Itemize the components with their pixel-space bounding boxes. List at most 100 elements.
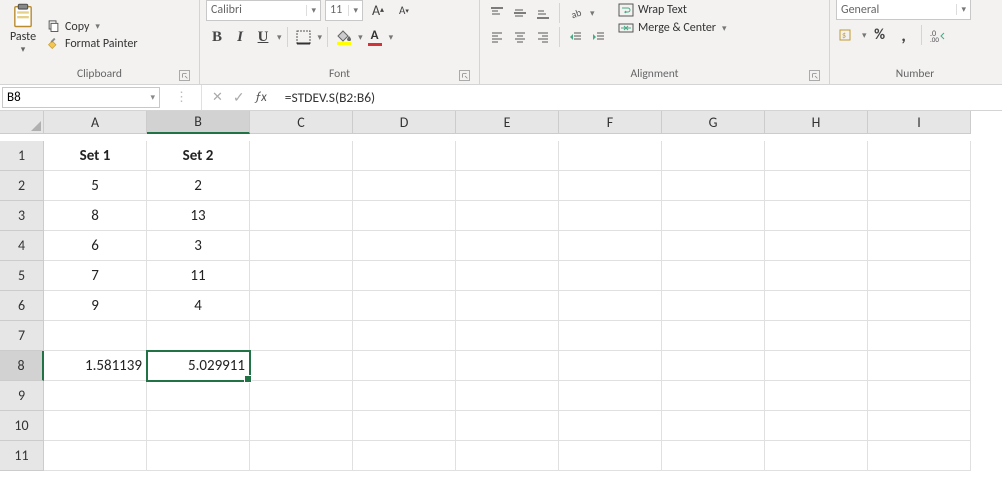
cell-F5[interactable]: [559, 261, 662, 291]
copy-button[interactable]: Copy ▾: [46, 19, 138, 34]
cell-I4[interactable]: [868, 231, 971, 261]
cell-B8[interactable]: 5.029911: [147, 351, 250, 381]
cell-F8[interactable]: [559, 351, 662, 381]
cell-B2[interactable]: 2: [147, 171, 250, 201]
name-box[interactable]: B8 ▾: [2, 87, 160, 108]
column-header-I[interactable]: I: [868, 111, 971, 134]
cell-F3[interactable]: [559, 201, 662, 231]
cell-I3[interactable]: [868, 201, 971, 231]
cell-B5[interactable]: 11: [147, 261, 250, 291]
font-name-combo[interactable]: Calibri▾: [206, 0, 321, 21]
cell-G8[interactable]: [662, 351, 765, 381]
cell-E1[interactable]: [456, 141, 559, 171]
orientation-button[interactable]: ab: [565, 2, 587, 24]
cell-G3[interactable]: [662, 201, 765, 231]
chevron-down-icon[interactable]: ▾: [590, 8, 595, 19]
chevron-down-icon[interactable]: ▾: [318, 32, 323, 43]
comma-button[interactable]: ,: [893, 24, 915, 46]
column-header-D[interactable]: D: [353, 111, 456, 134]
accounting-format-button[interactable]: $: [836, 24, 858, 46]
row-header-7[interactable]: 7: [0, 321, 44, 351]
cell-B3[interactable]: 13: [147, 201, 250, 231]
cell-I1[interactable]: [868, 141, 971, 171]
row-header-9[interactable]: 9: [0, 381, 44, 411]
cell-C7[interactable]: [250, 321, 353, 351]
cell-E10[interactable]: [456, 411, 559, 441]
cell-H8[interactable]: [765, 351, 868, 381]
cell-I11[interactable]: [868, 441, 971, 471]
cell-H2[interactable]: [765, 171, 868, 201]
align-middle-button[interactable]: [509, 2, 531, 24]
cancel-icon[interactable]: ✕: [212, 90, 223, 105]
chevron-down-icon[interactable]: ▾: [95, 21, 100, 32]
cell-G7[interactable]: [662, 321, 765, 351]
cell-G6[interactable]: [662, 291, 765, 321]
cell-D1[interactable]: [353, 141, 456, 171]
cell-F6[interactable]: [559, 291, 662, 321]
cell-A4[interactable]: 6: [44, 231, 147, 261]
cell-H5[interactable]: [765, 261, 868, 291]
formula-input[interactable]: =STDEV.S(B2:B6): [277, 85, 1002, 110]
percent-button[interactable]: %: [869, 24, 891, 46]
cell-D2[interactable]: [353, 171, 456, 201]
cell-F4[interactable]: [559, 231, 662, 261]
row-header-4[interactable]: 4: [0, 231, 44, 261]
cell-D4[interactable]: [353, 231, 456, 261]
cell-H9[interactable]: [765, 381, 868, 411]
cell-A9[interactable]: [44, 381, 147, 411]
cell-A1[interactable]: Set 1: [44, 141, 147, 171]
cell-H7[interactable]: [765, 321, 868, 351]
column-header-H[interactable]: H: [765, 111, 868, 134]
cell-E8[interactable]: [456, 351, 559, 381]
cell-H4[interactable]: [765, 231, 868, 261]
cell-C5[interactable]: [250, 261, 353, 291]
cell-E9[interactable]: [456, 381, 559, 411]
cell-F2[interactable]: [559, 171, 662, 201]
column-header-G[interactable]: G: [662, 111, 765, 134]
fx-icon[interactable]: ƒx: [255, 90, 267, 105]
cell-H3[interactable]: [765, 201, 868, 231]
cell-E7[interactable]: [456, 321, 559, 351]
cell-I5[interactable]: [868, 261, 971, 291]
increase-indent-button[interactable]: [588, 26, 610, 48]
chevron-down-icon[interactable]: ▾: [862, 30, 867, 41]
align-left-button[interactable]: [486, 26, 508, 48]
enter-icon[interactable]: ✓: [233, 89, 245, 106]
row-header-5[interactable]: 5: [0, 261, 44, 291]
cell-F9[interactable]: [559, 381, 662, 411]
column-header-A[interactable]: A: [44, 111, 147, 134]
shrink-font-button[interactable]: A▾: [393, 0, 415, 21]
cell-A2[interactable]: 5: [44, 171, 147, 201]
cell-G11[interactable]: [662, 441, 765, 471]
cell-G1[interactable]: [662, 141, 765, 171]
cell-D11[interactable]: [353, 441, 456, 471]
cell-B1[interactable]: Set 2: [147, 141, 250, 171]
cell-G2[interactable]: [662, 171, 765, 201]
row-header-6[interactable]: 6: [0, 291, 44, 321]
column-header-B[interactable]: B: [147, 111, 250, 134]
grow-font-button[interactable]: A▴: [367, 0, 389, 21]
cell-F7[interactable]: [559, 321, 662, 351]
cell-C1[interactable]: [250, 141, 353, 171]
cell-A7[interactable]: [44, 321, 147, 351]
cell-C10[interactable]: [250, 411, 353, 441]
cell-F11[interactable]: [559, 441, 662, 471]
cell-C2[interactable]: [250, 171, 353, 201]
chevron-down-icon[interactable]: ▾: [277, 32, 282, 43]
column-header-F[interactable]: F: [559, 111, 662, 134]
wrap-text-button[interactable]: Wrap Text: [618, 2, 727, 18]
cell-B10[interactable]: [147, 411, 250, 441]
column-header-C[interactable]: C: [250, 111, 353, 134]
cell-G10[interactable]: [662, 411, 765, 441]
cell-I10[interactable]: [868, 411, 971, 441]
alignment-expander[interactable]: [809, 70, 820, 81]
align-bottom-button[interactable]: [532, 2, 554, 24]
cell-G4[interactable]: [662, 231, 765, 261]
cell-A11[interactable]: [44, 441, 147, 471]
fill-color-button[interactable]: [333, 30, 355, 45]
clipboard-expander[interactable]: [179, 70, 190, 81]
cell-B9[interactable]: [147, 381, 250, 411]
bold-button[interactable]: B: [206, 26, 228, 48]
cell-B7[interactable]: [147, 321, 250, 351]
row-header-10[interactable]: 10: [0, 411, 44, 441]
